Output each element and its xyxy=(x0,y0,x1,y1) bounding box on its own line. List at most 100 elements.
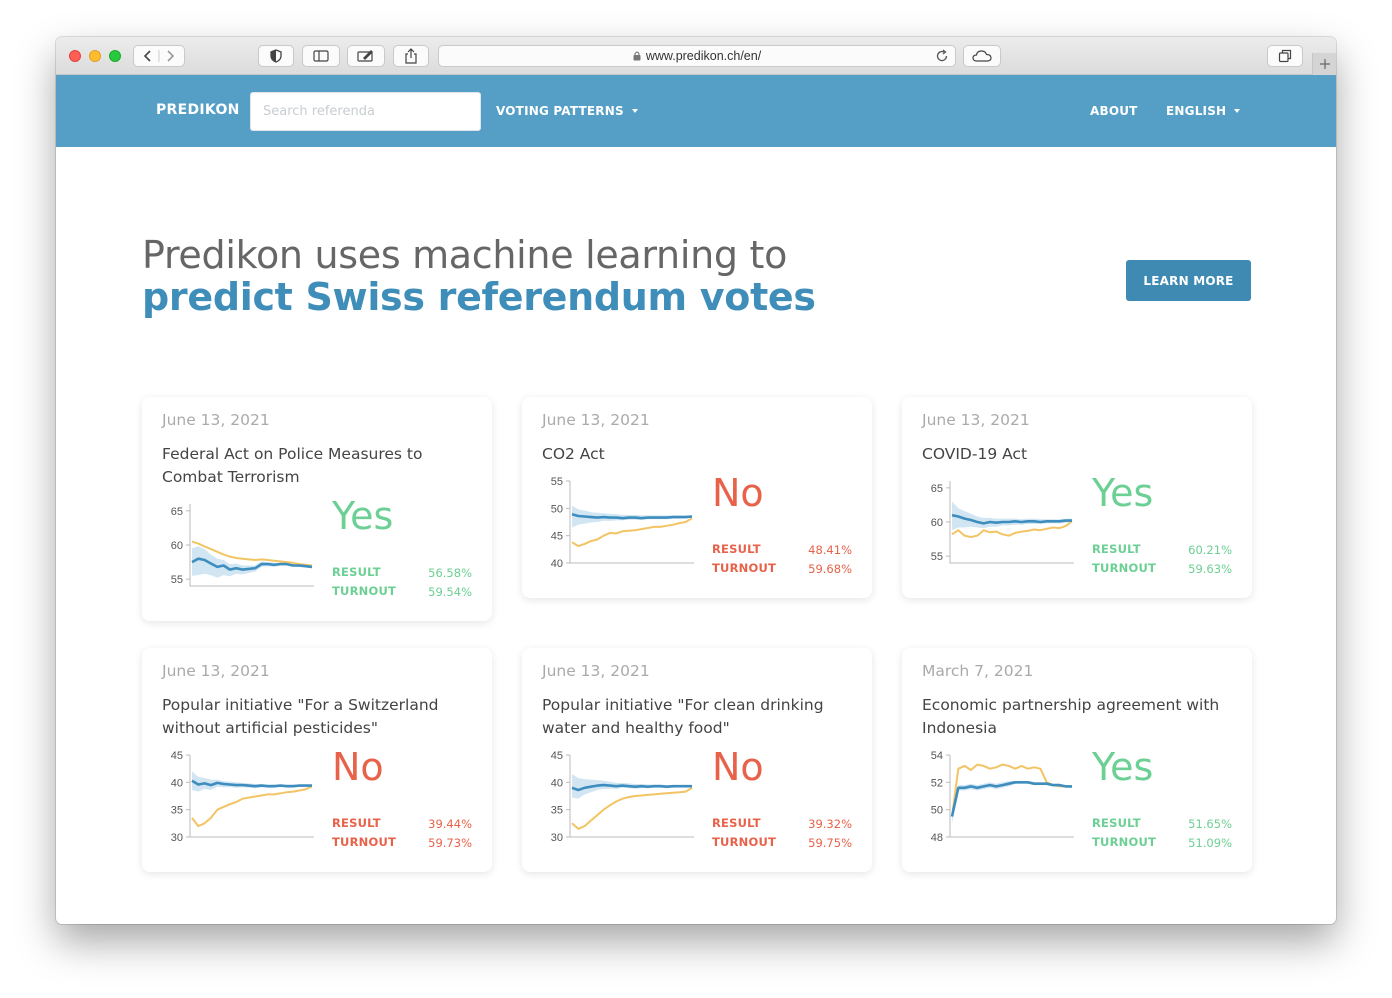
cloud-icon xyxy=(972,50,992,62)
language-dropdown[interactable]: ENGLISH xyxy=(1166,104,1241,118)
result-label: RESULT xyxy=(1092,816,1141,830)
result-line xyxy=(951,763,1072,817)
card-date: June 13, 2021 xyxy=(542,411,650,429)
result-value: 60.21% xyxy=(1188,543,1232,557)
turnout-value: 59.73% xyxy=(428,836,472,850)
referendum-card[interactable]: June 13, 2021 CO2 Act No RESULT TURNOUT … xyxy=(522,397,872,598)
y-tick-label: 65 xyxy=(931,483,943,495)
tab-overview-button[interactable] xyxy=(1267,45,1303,67)
forecast-chart: 40 45 50 55 xyxy=(551,476,694,570)
turnout-label: TURNOUT xyxy=(332,835,397,849)
caret-down-icon xyxy=(631,109,638,113)
referendum-card[interactable]: June 13, 2021 Popular initiative "For a … xyxy=(142,648,492,872)
y-tick-label: 45 xyxy=(551,750,563,762)
result-value: 48.41% xyxy=(808,543,852,557)
new-tab-button[interactable] xyxy=(1312,53,1336,75)
voting-patterns-dropdown[interactable]: VOTING PATTERNS xyxy=(496,104,638,118)
y-tick-label: 40 xyxy=(171,777,183,789)
card-title[interactable]: CO2 Act xyxy=(542,443,854,466)
y-tick-label: 35 xyxy=(171,805,183,817)
result-line xyxy=(191,785,313,828)
sidebar-button[interactable] xyxy=(302,45,340,67)
card-date: June 13, 2021 xyxy=(542,662,650,680)
forecast-chart: 55 60 65 xyxy=(171,504,314,587)
forecast-chart: 48 50 52 54 xyxy=(931,750,1074,844)
result-value: 51.65% xyxy=(1188,817,1232,831)
result-label: RESULT xyxy=(712,542,761,556)
address-bar[interactable]: www.predikon.ch/en/ xyxy=(438,45,956,67)
voting-patterns-label: VOTING PATTERNS xyxy=(496,104,624,118)
referendum-card[interactable]: March 7, 2021 Economic partnership agree… xyxy=(902,648,1252,872)
y-tick-label: 60 xyxy=(931,517,943,529)
result-value: 39.32% xyxy=(808,817,852,831)
y-tick-label: 50 xyxy=(551,503,563,515)
card-date: June 13, 2021 xyxy=(922,411,1030,429)
y-tick-label: 55 xyxy=(171,574,183,586)
card-title[interactable]: Economic partnership agreement with Indo… xyxy=(922,694,1234,740)
brand-logo-link[interactable]: PREDIKON xyxy=(156,102,240,118)
y-tick-label: 40 xyxy=(551,558,563,570)
card-verdict: No xyxy=(332,745,384,789)
result-label: RESULT xyxy=(332,816,381,830)
turnout-label: TURNOUT xyxy=(1092,835,1157,849)
back-forward-buttons[interactable] xyxy=(133,45,185,67)
referendum-card[interactable]: June 13, 2021 COVID-19 Act Yes RESULT TU… xyxy=(902,397,1252,598)
y-tick-label: 48 xyxy=(931,832,943,844)
turnout-label: TURNOUT xyxy=(1092,561,1157,575)
turnout-label: TURNOUT xyxy=(712,561,777,575)
y-tick-label: 50 xyxy=(931,805,943,817)
card-verdict: Yes xyxy=(332,494,394,538)
turnout-value: 59.54% xyxy=(428,585,472,599)
card-date: June 13, 2021 xyxy=(162,662,270,680)
turnout-value: 59.68% xyxy=(808,562,852,576)
lock-icon xyxy=(633,51,641,61)
hero-heading-line2: predict Swiss referendum votes xyxy=(142,275,816,319)
turnout-value: 51.09% xyxy=(1188,836,1232,850)
prediction-band xyxy=(192,771,312,792)
reload-icon xyxy=(936,49,948,62)
chevron-left-right-icon xyxy=(143,50,175,62)
y-tick-label: 55 xyxy=(931,551,943,563)
privacy-shield-button[interactable] xyxy=(258,45,294,67)
y-tick-label: 65 xyxy=(171,506,183,518)
y-tick-label: 60 xyxy=(171,540,183,552)
card-verdict: Yes xyxy=(1092,471,1154,515)
turnout-value: 59.63% xyxy=(1188,562,1232,576)
about-label: ABOUT xyxy=(1090,104,1138,118)
referendum-card[interactable]: June 13, 2021 Federal Act on Police Meas… xyxy=(142,397,492,621)
close-window-button[interactable] xyxy=(69,50,81,62)
caret-down-icon xyxy=(1234,109,1241,113)
forecast-chart: 30 35 40 45 xyxy=(171,750,314,844)
about-link[interactable]: ABOUT xyxy=(1090,104,1138,118)
y-tick-label: 45 xyxy=(551,531,563,543)
y-tick-label: 35 xyxy=(551,805,563,817)
chart-axis xyxy=(189,755,314,838)
hero-heading-line1: Predikon uses machine learning to xyxy=(142,233,788,277)
turnout-value: 59.75% xyxy=(808,836,852,850)
y-tick-label: 40 xyxy=(551,777,563,789)
card-title[interactable]: Popular initiative "For clean drinking w… xyxy=(542,694,854,740)
card-date: March 7, 2021 xyxy=(922,662,1034,680)
card-title[interactable]: Popular initiative "For a Switzerland wi… xyxy=(162,694,474,740)
result-line xyxy=(571,786,693,830)
search-input[interactable] xyxy=(250,92,481,131)
url-text: www.predikon.ch/en/ xyxy=(645,49,762,63)
y-tick-label: 52 xyxy=(931,777,943,789)
browser-toolbar: www.predikon.ch/en/ xyxy=(56,37,1336,75)
y-tick-label: 30 xyxy=(171,832,183,844)
site-navbar: PREDIKON VOTING PATTERNS ABOUT ENGLISH xyxy=(56,75,1336,147)
forecast-chart: 55 60 65 xyxy=(931,481,1074,564)
minimize-window-button[interactable] xyxy=(89,50,101,62)
result-label: RESULT xyxy=(712,816,761,830)
annotate-button[interactable] xyxy=(347,45,385,67)
icloud-tabs-button[interactable] xyxy=(963,45,1001,67)
result-label: RESULT xyxy=(1092,542,1141,556)
card-verdict: No xyxy=(712,471,764,515)
card-title[interactable]: COVID-19 Act xyxy=(922,443,1234,466)
referendum-card[interactable]: June 13, 2021 Popular initiative "For cl… xyxy=(522,648,872,872)
learn-more-button[interactable]: LEARN MORE xyxy=(1126,260,1251,301)
card-title[interactable]: Federal Act on Police Measures to Combat… xyxy=(162,443,474,489)
forecast-chart: 30 35 40 45 xyxy=(551,750,694,844)
share-button[interactable] xyxy=(393,45,429,67)
maximize-window-button[interactable] xyxy=(109,50,121,62)
